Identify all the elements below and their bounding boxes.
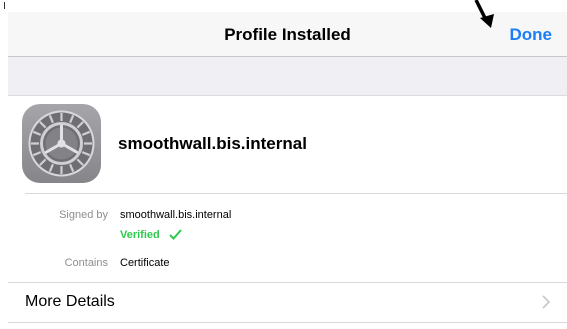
divider bbox=[25, 193, 567, 194]
profile-header: smoothwall.bis.internal bbox=[8, 96, 567, 194]
corner-mark bbox=[4, 2, 5, 9]
done-button[interactable]: Done bbox=[510, 25, 553, 45]
verified-text: Verified bbox=[120, 229, 160, 241]
more-details-row[interactable]: More Details bbox=[8, 283, 567, 321]
chevron-right-icon bbox=[542, 295, 550, 309]
more-details-label: More Details bbox=[25, 293, 115, 310]
section-spacer bbox=[8, 57, 567, 96]
checkmark-icon bbox=[169, 229, 182, 240]
settings-gear-icon bbox=[22, 104, 101, 183]
signed-by-value: smoothwall.bis.internal bbox=[120, 209, 232, 221]
divider bbox=[8, 322, 567, 323]
black-arrow-pointing-down-icon bbox=[474, 0, 494, 28]
verified-status: Verified bbox=[120, 229, 182, 241]
contains-label: Contains bbox=[64, 257, 108, 269]
profile-installed-screen: Profile Installed Done smoothwall.bis.in… bbox=[0, 0, 567, 329]
profile-name: smoothwall.bis.internal bbox=[118, 134, 307, 153]
signed-by-label: Signed by bbox=[59, 209, 108, 221]
contains-value: Certificate bbox=[120, 257, 170, 269]
